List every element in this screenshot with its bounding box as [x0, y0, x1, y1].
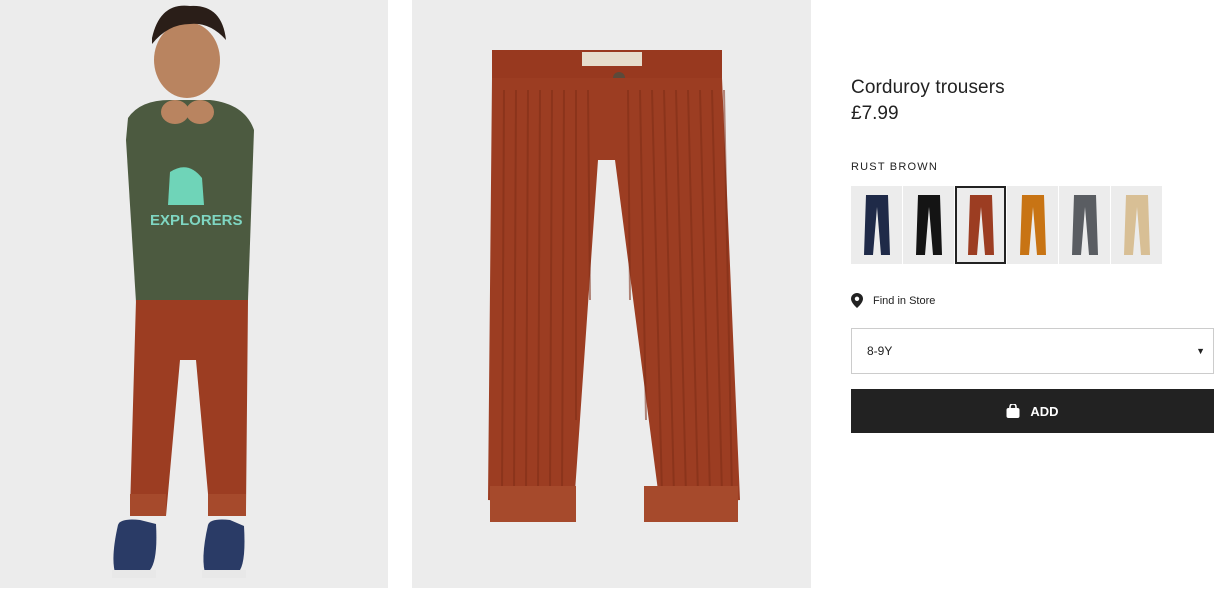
caret-down-icon: ▼	[1196, 346, 1205, 356]
product-info: Corduroy trousers £7.99 RUST BROWN Find …	[851, 0, 1214, 599]
add-button-label: ADD	[1030, 403, 1059, 419]
color-swatch-grey[interactable]	[1059, 186, 1110, 264]
location-pin-icon	[851, 293, 863, 308]
product-title: Corduroy trousers	[851, 77, 1005, 98]
swatch-trousers-icon	[967, 195, 994, 255]
swatch-trousers-icon	[1123, 195, 1150, 255]
color-swatches	[851, 186, 1162, 264]
size-select[interactable]: 8-9Y ▼	[851, 328, 1214, 374]
trousers-photo[interactable]	[412, 0, 811, 588]
find-in-store-label: Find in Store	[873, 294, 936, 307]
color-swatch-rust-brown[interactable]	[955, 186, 1006, 264]
selected-color-name: RUST BROWN	[851, 161, 938, 173]
swatch-trousers-icon	[915, 195, 942, 255]
product-price: £7.99	[851, 103, 899, 124]
size-select-value: 8-9Y	[867, 344, 893, 358]
color-swatch-black[interactable]	[903, 186, 954, 264]
swatch-trousers-icon	[1071, 195, 1098, 255]
svg-text:EXPLORERS: EXPLORERS	[150, 212, 243, 229]
swatch-trousers-icon	[863, 195, 890, 255]
model-photo[interactable]: EXPLORERS	[0, 0, 388, 588]
swatch-trousers-icon	[1019, 195, 1046, 255]
color-swatch-beige[interactable]	[1111, 186, 1162, 264]
add-to-bag-button[interactable]: ADD	[851, 389, 1214, 433]
shopping-bag-icon	[1006, 404, 1020, 418]
color-swatch-navy[interactable]	[851, 186, 902, 264]
product-page: EXPLORERS Corduroy trousers £7.99 RUST B…	[0, 0, 1214, 599]
find-in-store-link[interactable]: Find in Store	[851, 293, 935, 308]
color-swatch-mustard[interactable]	[1007, 186, 1058, 264]
